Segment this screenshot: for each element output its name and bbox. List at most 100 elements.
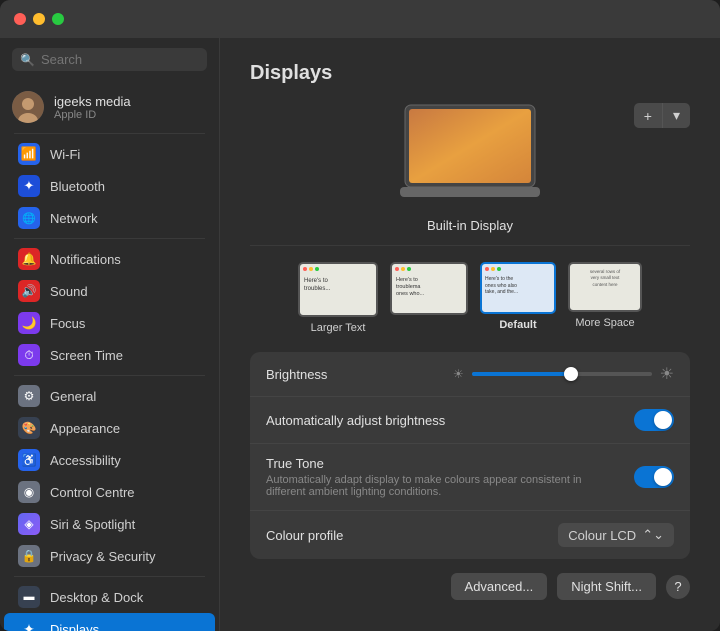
auto-brightness-toggle[interactable] bbox=[634, 409, 674, 431]
bottom-row: Advanced... Night Shift... ? bbox=[250, 573, 690, 600]
sidebar-item-screentime[interactable]: ⏱ Screen Time bbox=[4, 339, 215, 371]
resolution-label-larger: Larger Text bbox=[311, 322, 366, 334]
sidebar-item-bluetooth[interactable]: ✦ Bluetooth bbox=[4, 170, 215, 202]
sidebar-item-controlcentre[interactable]: ◉ Control Centre bbox=[4, 476, 215, 508]
sidebar-items: igeeks media Apple ID 📶 Wi-Fi ✦ bbox=[0, 81, 219, 631]
sidebar-item-desktopdock[interactable]: ▬ Desktop & Dock bbox=[4, 581, 215, 613]
system-settings-window: 🔍 igeeks media App bbox=[0, 0, 720, 631]
sidebar-item-label: Sound bbox=[50, 284, 88, 299]
true-tone-toggle[interactable] bbox=[634, 466, 674, 488]
bluetooth-icon: ✦ bbox=[18, 175, 40, 197]
auto-brightness-row: Automatically adjust brightness bbox=[250, 397, 690, 444]
colour-profile-label: Colour profile bbox=[266, 528, 343, 543]
search-container: 🔍 bbox=[0, 38, 219, 81]
search-icon: 🔍 bbox=[20, 53, 35, 67]
true-tone-label: True Tone bbox=[266, 456, 616, 471]
displays-icon: ✦ bbox=[18, 618, 40, 631]
page-title: Displays bbox=[250, 62, 690, 85]
wifi-icon: 📶 bbox=[18, 143, 40, 165]
controlcentre-icon: ◉ bbox=[18, 481, 40, 503]
sidebar-item-label: Siri & Spotlight bbox=[50, 517, 135, 532]
divider bbox=[14, 133, 205, 134]
screentime-icon: ⏱ bbox=[18, 344, 40, 366]
sidebar-item-accessibility[interactable]: ♿ Accessibility bbox=[4, 444, 215, 476]
resolution-option-2[interactable]: Here's totroublemaones who... bbox=[390, 262, 468, 334]
siri-icon: ◈ bbox=[18, 513, 40, 535]
titlebar bbox=[0, 0, 720, 38]
settings-section: Brightness ☀ ☀ Automatically adjust brig… bbox=[250, 352, 690, 559]
colour-profile-row: Colour profile Colour LCD ⌃⌄ bbox=[250, 511, 690, 559]
close-button[interactable] bbox=[14, 13, 26, 25]
sidebar-item-label: Control Centre bbox=[50, 485, 135, 500]
resolution-option-larger-text[interactable]: Here's totroubles... Larger Text bbox=[298, 262, 378, 334]
sidebar-item-label: General bbox=[50, 389, 96, 404]
network-icon: 🌐 bbox=[18, 207, 40, 229]
resolution-option-default[interactable]: Here's to theones who alsotake, and the.… bbox=[480, 262, 556, 334]
content-area: 🔍 igeeks media App bbox=[0, 38, 720, 631]
add-display-button[interactable]: + bbox=[634, 103, 663, 128]
sidebar-item-focus[interactable]: 🌙 Focus bbox=[4, 307, 215, 339]
sidebar-item-label: Privacy & Security bbox=[50, 549, 155, 564]
user-profile-item[interactable]: igeeks media Apple ID bbox=[0, 85, 219, 129]
sidebar-item-label: Focus bbox=[50, 316, 85, 331]
resolution-option-more-space[interactable]: several rows ofvery small textcontent he… bbox=[568, 262, 642, 334]
night-shift-button[interactable]: Night Shift... bbox=[557, 573, 656, 600]
sidebar-item-privacy[interactable]: 🔒 Privacy & Security bbox=[4, 540, 215, 572]
dropdown-arrow-icon: ⌃⌄ bbox=[642, 527, 664, 543]
minimize-button[interactable] bbox=[33, 13, 45, 25]
brightness-low-icon: ☀ bbox=[453, 367, 464, 381]
accessibility-icon: ♿ bbox=[18, 449, 40, 471]
sidebar-item-sound[interactable]: 🔊 Sound bbox=[4, 275, 215, 307]
resolution-label-more-space: More Space bbox=[575, 317, 634, 329]
sidebar-item-appearance[interactable]: 🎨 Appearance bbox=[4, 412, 215, 444]
resolution-picker: Here's totroubles... Larger Text Here's … bbox=[250, 262, 690, 334]
divider bbox=[14, 238, 205, 239]
colour-profile-value: Colour LCD bbox=[568, 528, 636, 543]
user-name: igeeks media bbox=[54, 94, 131, 109]
sidebar-item-label: Bluetooth bbox=[50, 179, 105, 194]
sidebar-item-label: Wi-Fi bbox=[50, 147, 80, 162]
user-info: igeeks media Apple ID bbox=[54, 94, 131, 121]
sidebar-item-label: Appearance bbox=[50, 421, 120, 436]
search-box[interactable]: 🔍 bbox=[12, 48, 207, 71]
resolution-label-default: Default bbox=[499, 319, 536, 331]
sidebar-item-wifi[interactable]: 📶 Wi-Fi bbox=[4, 138, 215, 170]
sidebar-item-label: Desktop & Dock bbox=[50, 590, 143, 605]
sidebar-item-network[interactable]: 🌐 Network bbox=[4, 202, 215, 234]
brightness-slider[interactable] bbox=[472, 372, 652, 376]
sidebar-item-label: Displays bbox=[50, 622, 99, 631]
colour-profile-dropdown[interactable]: Colour LCD ⌃⌄ bbox=[558, 523, 674, 547]
true-tone-sublabel: Automatically adapt display to make colo… bbox=[266, 474, 616, 498]
brightness-slider-container: ☀ ☀ bbox=[453, 364, 674, 384]
search-input[interactable] bbox=[41, 52, 199, 67]
display-controls: + ▾ bbox=[634, 103, 690, 128]
focus-icon: 🌙 bbox=[18, 312, 40, 334]
display-dropdown-button[interactable]: ▾ bbox=[663, 103, 690, 128]
auto-brightness-label: Automatically adjust brightness bbox=[266, 413, 445, 428]
brightness-label: Brightness bbox=[266, 367, 327, 382]
sidebar-item-notifications[interactable]: 🔔 Notifications bbox=[4, 243, 215, 275]
sidebar-item-label: Screen Time bbox=[50, 348, 123, 363]
advanced-button[interactable]: Advanced... bbox=[451, 573, 548, 600]
true-tone-row: True Tone Automatically adapt display to… bbox=[250, 444, 690, 511]
sidebar-item-siri[interactable]: ◈ Siri & Spotlight bbox=[4, 508, 215, 540]
sidebar: 🔍 igeeks media App bbox=[0, 38, 220, 631]
brightness-high-icon: ☀ bbox=[660, 364, 674, 384]
sidebar-item-displays[interactable]: ✦ Displays bbox=[4, 613, 215, 631]
sidebar-item-label: Accessibility bbox=[50, 453, 121, 468]
divider bbox=[14, 576, 205, 577]
maximize-button[interactable] bbox=[52, 13, 64, 25]
display-name: Built-in Display bbox=[427, 218, 513, 233]
brightness-row: Brightness ☀ ☀ bbox=[250, 352, 690, 397]
sidebar-item-label: Network bbox=[50, 211, 98, 226]
desktopdock-icon: ▬ bbox=[18, 586, 40, 608]
divider bbox=[14, 375, 205, 376]
traffic-lights bbox=[14, 13, 64, 25]
sound-icon: 🔊 bbox=[18, 280, 40, 302]
sidebar-item-general[interactable]: ⚙ General bbox=[4, 380, 215, 412]
notifications-icon: 🔔 bbox=[18, 248, 40, 270]
help-button[interactable]: ? bbox=[666, 575, 690, 599]
user-subtitle: Apple ID bbox=[54, 109, 131, 121]
privacy-icon: 🔒 bbox=[18, 545, 40, 567]
general-icon: ⚙ bbox=[18, 385, 40, 407]
